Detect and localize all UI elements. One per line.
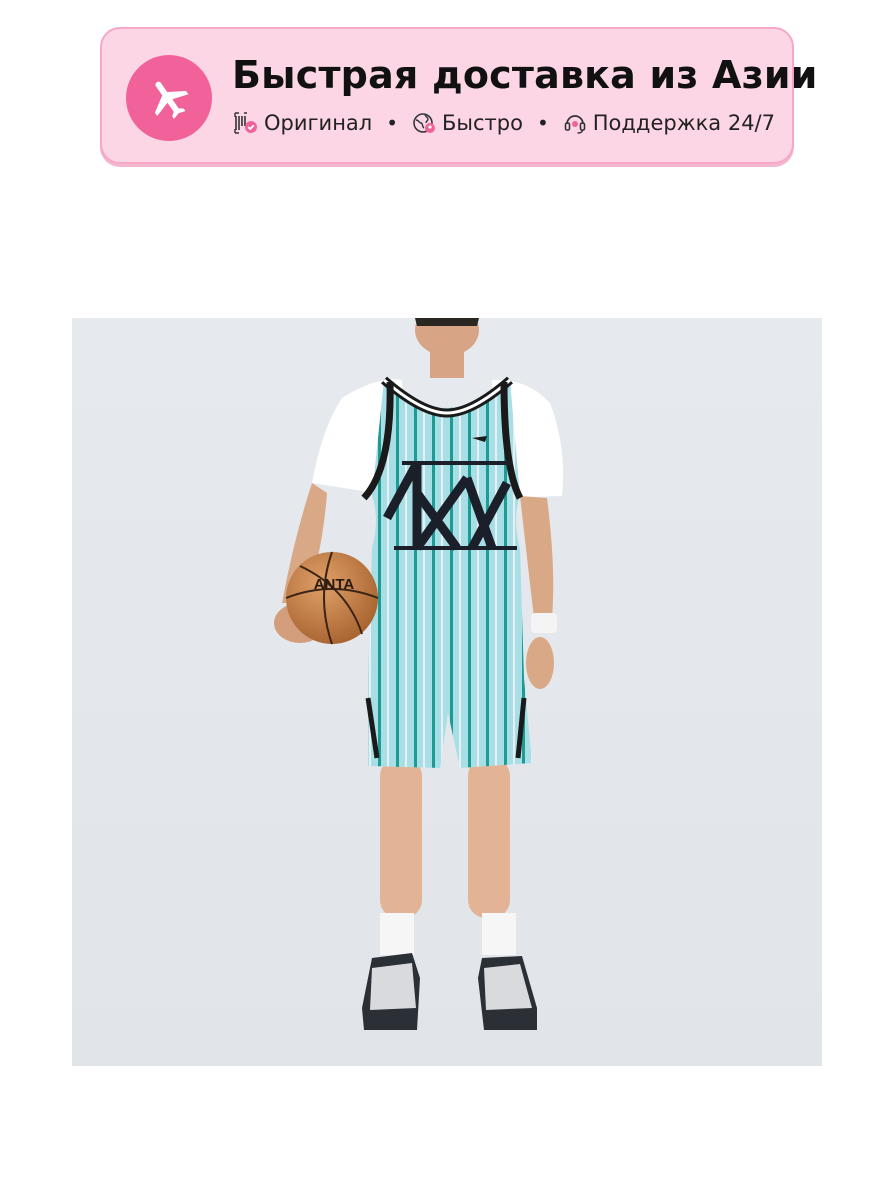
product-photo-illustration: ANTA	[72, 318, 822, 1066]
globe-icon	[413, 113, 436, 133]
feature-fast-label: Быстро	[442, 111, 523, 135]
separator-dot: •	[536, 111, 549, 135]
original-check-icon	[234, 112, 257, 134]
feature-support: Поддержка 24/7	[563, 111, 775, 135]
separator-dot: •	[386, 111, 399, 135]
feature-original: Оригинал	[234, 111, 372, 135]
banner-features: Оригинал • Быстро • Поддержка 24/7	[234, 111, 775, 135]
banner-title: Быстрая доставка из Азии	[232, 53, 818, 97]
ball-brand-text: ANTA	[314, 576, 355, 593]
product-photo[interactable]: ANTA	[72, 318, 822, 1066]
delivery-banner: Быстрая доставка из Азии Оригинал • Быст…	[100, 27, 817, 164]
feature-fast: Быстро	[412, 111, 523, 135]
plane-icon	[126, 55, 212, 141]
feature-original-label: Оригинал	[264, 111, 373, 135]
headset-icon	[564, 115, 586, 134]
feature-support-label: Поддержка 24/7	[592, 111, 775, 135]
